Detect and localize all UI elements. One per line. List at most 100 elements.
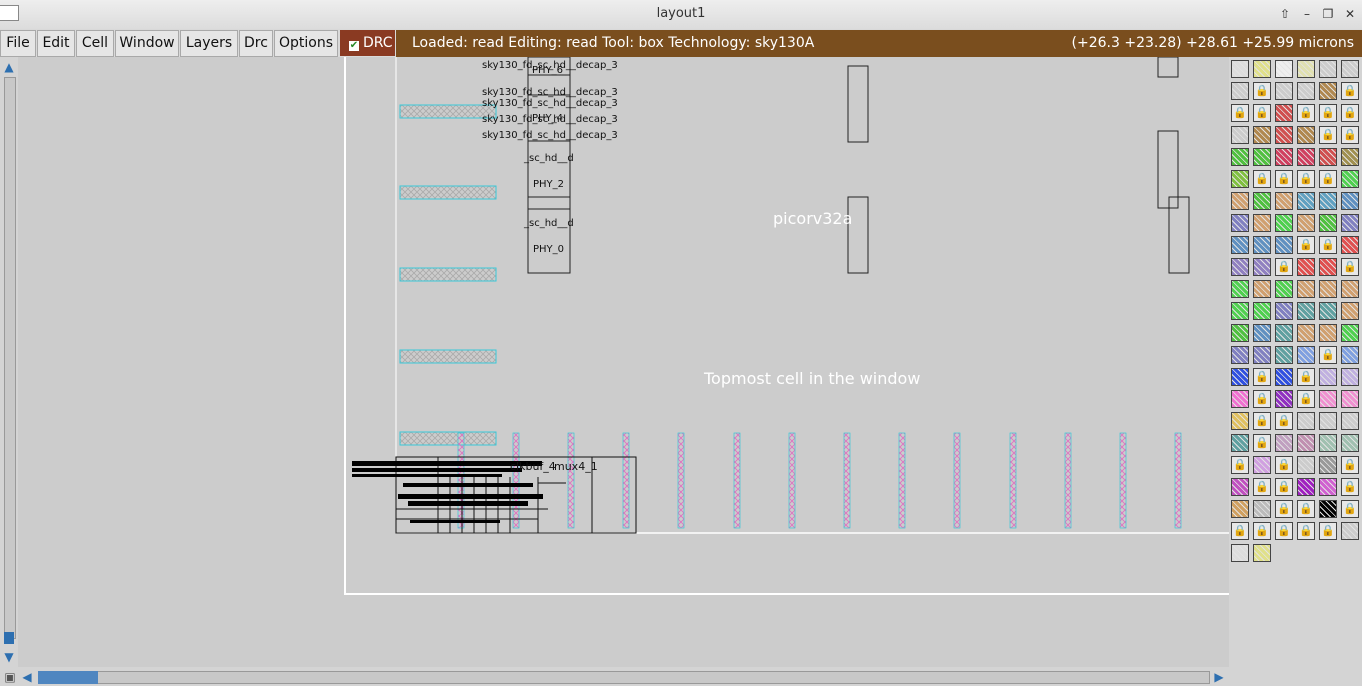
layer-swatch[interactable]: [1231, 82, 1249, 100]
layer-swatch[interactable]: [1341, 280, 1359, 298]
layer-swatch[interactable]: [1231, 500, 1249, 518]
lock-icon[interactable]: 🔒: [1341, 82, 1359, 100]
menu-edit[interactable]: Edit: [37, 30, 75, 57]
layer-swatch[interactable]: [1297, 148, 1315, 166]
lock-icon[interactable]: 🔒: [1341, 478, 1359, 496]
layer-swatch[interactable]: [1319, 456, 1337, 474]
layer-swatch[interactable]: [1275, 104, 1293, 122]
layer-swatch[interactable]: [1319, 390, 1337, 408]
lock-icon[interactable]: 🔒: [1341, 456, 1359, 474]
layer-swatch[interactable]: [1253, 258, 1271, 276]
layer-swatch[interactable]: [1319, 82, 1337, 100]
layer-swatch[interactable]: [1231, 280, 1249, 298]
lock-icon[interactable]: 🔒: [1275, 170, 1293, 188]
layer-swatch[interactable]: [1341, 522, 1359, 540]
menu-window[interactable]: Window: [115, 30, 179, 57]
layer-swatch[interactable]: [1297, 280, 1315, 298]
layer-swatch[interactable]: [1253, 192, 1271, 210]
drc-toggle[interactable]: ✔ DRC: [340, 30, 395, 56]
layer-swatch[interactable]: [1319, 192, 1337, 210]
lock-icon[interactable]: 🔒: [1341, 258, 1359, 276]
lock-icon[interactable]: 🔒: [1319, 522, 1337, 540]
layer-swatch[interactable]: [1297, 60, 1315, 78]
layer-swatch[interactable]: [1253, 544, 1271, 562]
layer-swatch[interactable]: [1253, 500, 1271, 518]
lock-icon[interactable]: 🔒: [1297, 104, 1315, 122]
layer-swatch[interactable]: [1275, 368, 1293, 386]
layer-swatch[interactable]: [1319, 302, 1337, 320]
lock-icon[interactable]: 🔒: [1319, 170, 1337, 188]
layer-swatch[interactable]: [1231, 324, 1249, 342]
lock-icon[interactable]: 🔒: [1275, 258, 1293, 276]
lock-icon[interactable]: 🔒: [1275, 522, 1293, 540]
layer-swatch[interactable]: [1275, 214, 1293, 232]
layer-swatch[interactable]: [1253, 60, 1271, 78]
layer-swatch[interactable]: [1319, 280, 1337, 298]
lock-icon[interactable]: 🔒: [1231, 104, 1249, 122]
layer-swatch[interactable]: [1341, 412, 1359, 430]
lock-icon[interactable]: 🔒: [1253, 82, 1271, 100]
layer-swatch[interactable]: [1341, 302, 1359, 320]
lock-icon[interactable]: 🔒: [1253, 104, 1271, 122]
lock-icon[interactable]: 🔒: [1231, 456, 1249, 474]
layer-swatch[interactable]: [1231, 544, 1249, 562]
layer-swatch[interactable]: [1297, 192, 1315, 210]
layer-palette[interactable]: 🔒 🔒 🔒 🔒 🔒 🔒 🔒 🔒 🔒 🔒 🔒 🔒 🔒 🔒 🔒 🔒 🔒 🔒 🔒 🔒 🔒 🔒 🔒 🔒 🔒 🔒 🔒 🔒 🔒 🔒 🔒 🔒 🔒 🔒 🔒 🔒 🔒 🔒 🔒: [1229, 57, 1362, 686]
layer-swatch[interactable]: [1275, 434, 1293, 452]
layer-swatch[interactable]: [1319, 478, 1337, 496]
layer-swatch[interactable]: [1253, 456, 1271, 474]
menu-file[interactable]: File: [0, 30, 36, 57]
layer-swatch[interactable]: [1341, 324, 1359, 342]
layer-swatch[interactable]: [1341, 170, 1359, 188]
layer-swatch[interactable]: [1341, 346, 1359, 364]
layer-swatch[interactable]: [1231, 412, 1249, 430]
layer-swatch[interactable]: [1231, 148, 1249, 166]
layer-swatch[interactable]: [1275, 126, 1293, 144]
layer-swatch[interactable]: [1253, 302, 1271, 320]
raise-icon[interactable]: ⇧: [1277, 6, 1293, 22]
layer-swatch[interactable]: [1319, 214, 1337, 232]
lock-icon[interactable]: 🔒: [1297, 236, 1315, 254]
layer-swatch[interactable]: [1297, 82, 1315, 100]
layer-swatch[interactable]: [1319, 434, 1337, 452]
horizontal-scroll-thumb[interactable]: [38, 671, 98, 684]
lock-icon[interactable]: 🔒: [1297, 500, 1315, 518]
layer-swatch[interactable]: [1253, 280, 1271, 298]
layer-swatch[interactable]: [1297, 434, 1315, 452]
layer-swatch[interactable]: [1275, 280, 1293, 298]
vertical-scrollbar[interactable]: ▲ ▼: [0, 57, 18, 667]
layer-swatch[interactable]: [1319, 368, 1337, 386]
layer-swatch[interactable]: [1231, 434, 1249, 452]
lock-icon[interactable]: 🔒: [1253, 434, 1271, 452]
layer-swatch[interactable]: [1231, 236, 1249, 254]
vertical-scroll-thumb[interactable]: [4, 632, 14, 644]
layer-swatch[interactable]: [1319, 258, 1337, 276]
maximize-icon[interactable]: ❐: [1320, 6, 1336, 22]
lock-icon[interactable]: 🔒: [1297, 390, 1315, 408]
layout-canvas[interactable]: sky130_fd_sc_hd__decap_3 sky130_fd_sc_hd…: [18, 57, 1229, 667]
layer-swatch[interactable]: [1231, 258, 1249, 276]
lock-icon[interactable]: 🔒: [1319, 346, 1337, 364]
layer-swatch[interactable]: [1275, 236, 1293, 254]
layer-swatch[interactable]: [1297, 412, 1315, 430]
minimize-icon[interactable]: –: [1299, 6, 1315, 22]
layer-swatch[interactable]: [1275, 82, 1293, 100]
layer-swatch[interactable]: [1341, 236, 1359, 254]
vertical-scroll-track[interactable]: [4, 77, 16, 639]
layer-swatch[interactable]: [1231, 346, 1249, 364]
layer-swatch[interactable]: [1231, 170, 1249, 188]
menu-layers[interactable]: Layers: [180, 30, 238, 57]
layer-swatch[interactable]: [1231, 368, 1249, 386]
lock-icon[interactable]: 🔒: [1319, 236, 1337, 254]
menu-options[interactable]: Options: [274, 30, 338, 57]
menu-drc[interactable]: Drc: [239, 30, 273, 57]
down-arrow-icon[interactable]: ▼: [2, 650, 16, 664]
layer-swatch[interactable]: [1341, 390, 1359, 408]
layer-swatch[interactable]: [1297, 456, 1315, 474]
lock-icon[interactable]: 🔒: [1253, 412, 1271, 430]
layer-swatch[interactable]: [1275, 324, 1293, 342]
layer-swatch[interactable]: [1275, 390, 1293, 408]
layer-swatch[interactable]: [1275, 192, 1293, 210]
layer-swatch[interactable]: [1319, 412, 1337, 430]
lock-icon[interactable]: 🔒: [1253, 368, 1271, 386]
